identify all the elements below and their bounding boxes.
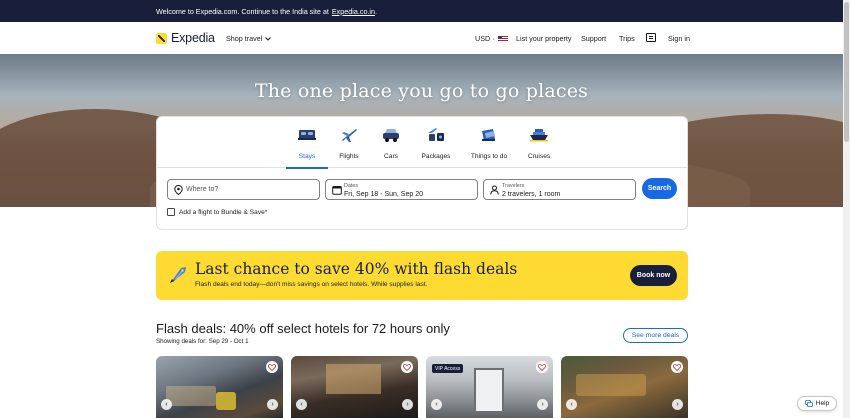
travelers-field[interactable]: Travelers 2 travelers, 1 room: [483, 179, 636, 200]
packages-icon: [428, 128, 444, 141]
shop-travel-menu[interactable]: Shop travel: [226, 34, 272, 43]
favorite-heart-icon[interactable]: [536, 361, 548, 373]
vip-access-badge: VIP Access: [432, 364, 464, 373]
destination-input[interactable]: Where to?: [167, 179, 320, 200]
see-more-deals-button[interactable]: See more deals: [623, 328, 688, 343]
us-flag-icon: [497, 36, 508, 43]
travelers-label: Travelers: [502, 182, 525, 189]
deals-subtitle: Showing deals for: Sep 29 - Oct 1: [156, 338, 249, 345]
message-icon[interactable]: [646, 33, 656, 42]
tab-label: Packages: [421, 153, 451, 160]
search-button[interactable]: Search: [642, 178, 677, 199]
tab-things-to-do[interactable]: Things to do: [467, 117, 511, 168]
sign-in-link[interactable]: Sign in: [668, 34, 690, 43]
favorite-heart-icon[interactable]: [266, 361, 278, 373]
ticket-icon: [482, 129, 495, 141]
tab-label: Cars: [384, 153, 398, 160]
bundle-checkbox[interactable]: [167, 208, 175, 216]
banner-link[interactable]: Expedia.co.in: [332, 7, 375, 16]
book-now-button[interactable]: Book now: [630, 265, 677, 286]
next-image-icon[interactable]: ›: [672, 399, 683, 410]
bed-icon: [298, 130, 316, 140]
plane-icon: [342, 129, 357, 142]
search-tabs: Stays Flights Cars Packages Things to do…: [157, 117, 687, 169]
flash-deals-banner: Last chance to save 40% with flash deals…: [156, 251, 688, 300]
hotel-card[interactable]: ‹ ›: [156, 356, 283, 418]
person-icon: [490, 185, 499, 195]
travelers-value: 2 travelers, 1 room: [502, 190, 561, 198]
search-form: Stays Flights Cars Packages Things to do…: [156, 116, 688, 230]
destination-placeholder: Where to?: [186, 186, 219, 193]
trips-link[interactable]: Trips: [619, 34, 635, 43]
location-pin-icon: [174, 185, 183, 195]
scrollbar-thumb[interactable]: [844, 2, 849, 142]
favorite-heart-icon[interactable]: [401, 361, 413, 373]
ship-icon: [530, 129, 548, 142]
logo-icon: [156, 32, 167, 44]
tab-stays[interactable]: Stays: [286, 117, 328, 169]
chevron-down-icon: [265, 36, 272, 41]
tab-packages[interactable]: Packages: [415, 117, 457, 168]
hotel-card[interactable]: VIP Access ‹ ›: [426, 356, 553, 418]
previous-image-icon[interactable]: ‹: [161, 399, 172, 410]
site-header: Expedia Shop travel USD · List your prop…: [0, 22, 843, 54]
promo-subtitle: Flash deals end today—don't miss savings…: [195, 281, 428, 288]
previous-image-icon[interactable]: ‹: [296, 399, 307, 410]
rocket-tag-icon: [170, 267, 186, 283]
support-link[interactable]: Support: [581, 34, 606, 43]
dates-label: Dates: [344, 182, 359, 189]
next-image-icon[interactable]: ›: [402, 399, 413, 410]
chat-bubble-icon: [804, 400, 813, 407]
tab-label: Cruises: [527, 153, 551, 160]
promo-title: Last chance to save 40% with flash deals: [195, 260, 518, 278]
page-scrollbar[interactable]: [843, 0, 850, 418]
tab-label: Flights: [339, 153, 359, 160]
bundle-option[interactable]: Add a flight to Bundle & Save*: [167, 208, 267, 216]
previous-image-icon[interactable]: ‹: [566, 399, 577, 410]
tab-cruises[interactable]: Cruises: [519, 117, 559, 168]
banner-text: Welcome to Expedia.com. Continue to the …: [156, 6, 329, 16]
logo-text: Expedia: [171, 31, 215, 45]
hotel-card[interactable]: ‹ ›: [561, 356, 688, 418]
currency-selector[interactable]: USD ·: [475, 34, 508, 43]
bundle-label: Add a flight to Bundle & Save*: [179, 208, 268, 216]
tab-flights[interactable]: Flights: [329, 117, 369, 168]
previous-image-icon[interactable]: ‹: [431, 399, 442, 410]
dates-value: Fri, Sep 18 - Sun, Sep 20: [344, 190, 423, 198]
tab-cars[interactable]: Cars: [371, 117, 411, 168]
tab-label: Stays: [298, 153, 316, 160]
currency-label: USD: [475, 34, 491, 43]
hotel-card[interactable]: ‹ ›: [291, 356, 418, 418]
car-icon: [383, 129, 399, 142]
banner-suffix: .: [375, 6, 378, 16]
list-property-link[interactable]: List your property: [516, 34, 572, 43]
shop-travel-label: Shop travel: [226, 34, 263, 43]
expedia-logo[interactable]: Expedia: [156, 31, 215, 45]
calendar-icon: [332, 186, 342, 195]
hero-title: The one place you go to go places: [254, 80, 589, 102]
next-image-icon[interactable]: ›: [537, 399, 548, 410]
top-banner: Welcome to Expedia.com. Continue to the …: [0, 0, 843, 22]
help-button[interactable]: Help: [797, 396, 837, 411]
tab-label: Things to do: [470, 153, 508, 160]
next-image-icon[interactable]: ›: [267, 399, 278, 410]
dates-field[interactable]: Dates Fri, Sep 18 - Sun, Sep 20: [325, 179, 478, 200]
help-label: Help: [815, 400, 830, 407]
favorite-heart-icon[interactable]: [671, 361, 683, 373]
deals-title: Flash deals: 40% off select hotels for 7…: [156, 321, 450, 336]
